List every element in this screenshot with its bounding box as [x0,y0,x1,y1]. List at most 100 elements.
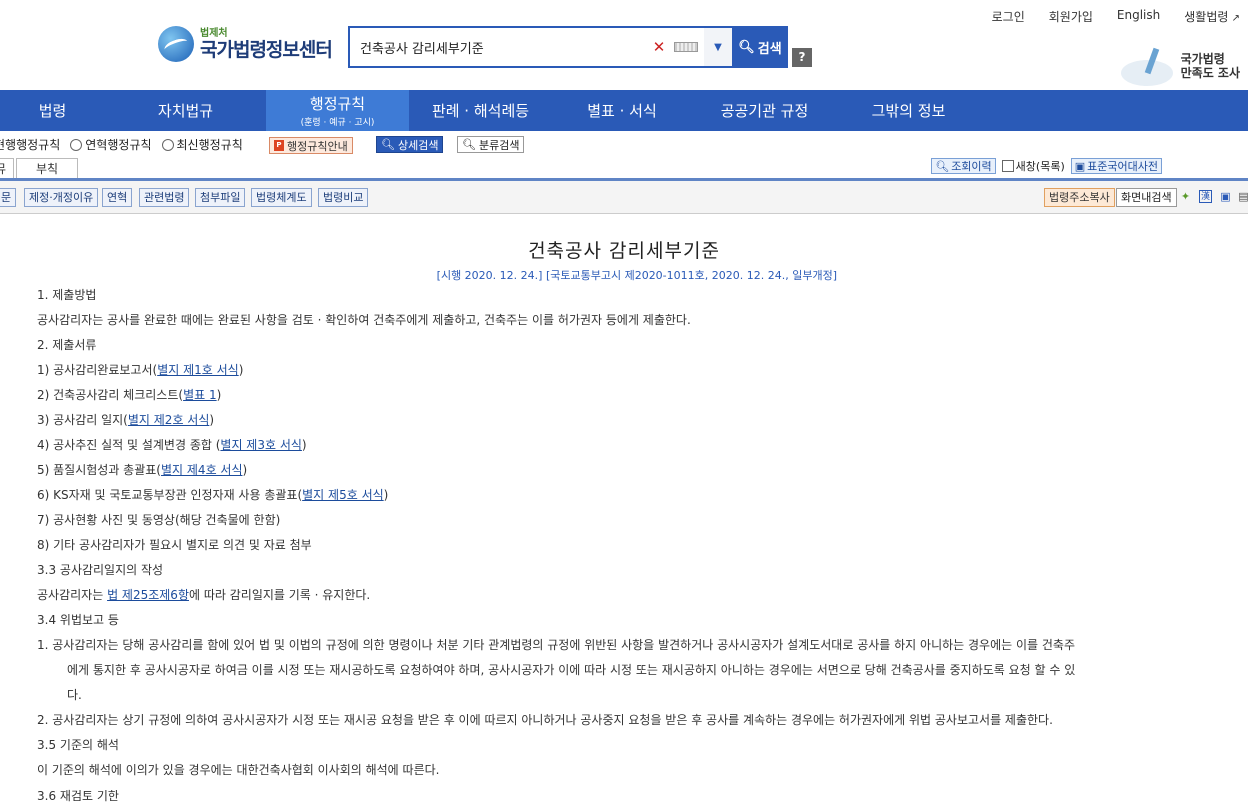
form-link[interactable]: 별지 제4호 서식 [161,463,243,477]
table-link[interactable]: 별표 1 [183,388,217,402]
search-icon: 🔍︎ [738,39,755,55]
document-enforcement-info: [시행 2020. 12. 24.] [국토교통부고시 제2020-1011호,… [436,269,837,282]
paragraph: 이 기준의 해석에 이의가 있을 경우에는 대한건축사협회 이사회의 해석에 따… [37,763,440,777]
toolbar-reason-button[interactable]: 제정·개정이유 [24,188,99,207]
document-title: 건축공사 감리세부기준 [528,240,720,262]
toolbar-text-button[interactable]: 문 [0,188,17,207]
law-article-link[interactable]: 법 제25조제6항 [107,588,189,602]
button-label: 행정규칙안내 [287,139,348,153]
dictionary-button[interactable]: ▣ 표준국어대사전 [1070,158,1162,174]
list-item: 2) 건축공사감리 체크리스트(별표 1) [37,387,221,403]
new-window-checkbox[interactable]: 새창(목록) [1001,158,1065,174]
main-nav: 법령 자치법규 행정규칙 (훈령 · 예규 · 고시) 판례 · 해석례등 별표 … [0,90,1248,131]
utility-links: 로그인 회원가입 English 생활법령 [992,8,1240,25]
checkbox-label: 새창(목록) [1015,160,1065,173]
radio-label: 최신행정규칙 [176,138,243,152]
law-toolbar: 문 제정·개정이유 연혁 관련법령 첨부파일 법령체계도 법령비교 법령주소복사… [0,178,1248,214]
text: ) [242,463,248,477]
nav-precedent[interactable]: 판례 · 해석례등 [409,90,552,131]
nav-local-law[interactable]: 자치법규 [105,90,266,131]
english-link[interactable]: English [1117,8,1160,25]
nav-label: 그밖의 정보 [871,102,946,120]
chevron-down-icon[interactable]: ▼ [704,28,732,66]
view-history-button[interactable]: 🔍︎ 조회이력 [931,158,996,174]
nav-label: 법령 [38,102,67,120]
search-bar: ✕ ▼ 🔍︎ 검색 [348,26,788,68]
nav-law[interactable]: 법령 [0,90,105,131]
list-item: 8) 기타 공사감리자가 필요시 별지로 의견 및 자료 첨부 [37,538,312,552]
button-label: 분류검색 [478,138,520,152]
logo-emblem-icon [158,26,194,62]
nav-admin-rule[interactable]: 행정규칙 (훈령 · 예규 · 고시) [266,90,409,131]
nav-label: 공공기관 규정 [720,102,809,120]
button-label: 표준국어대사전 [1087,160,1158,173]
hanja-icon[interactable]: 漢 [1199,190,1212,203]
nav-forms[interactable]: 별표 · 서식 [552,90,692,131]
nav-public-rules[interactable]: 공공기관 규정 [692,90,837,131]
help-button[interactable]: ? [792,48,812,67]
tab-partial[interactable]: 뮤 [0,158,14,178]
site-logo[interactable]: 법제처 국가법령정보센터 [158,26,333,62]
document-body: 건축공사 감리세부기준 [시행 2020. 12. 24.] [국토교통부고시 … [0,214,1248,812]
section-heading: 1. 제출방법 [37,288,97,302]
nav-label: 행정규칙 [309,95,366,113]
text: 공사감리자는 [37,588,108,602]
survey-icon [1119,44,1177,88]
toolbar-system-button[interactable]: 법령체계도 [251,188,312,207]
search-input[interactable] [350,28,650,66]
copy-address-button[interactable]: 법령주소복사 [1044,188,1115,207]
nav-label: 자치법규 [157,102,214,120]
satisfaction-survey[interactable]: 국가법령 만족도 조사 [1119,44,1240,88]
text: ) [383,488,389,502]
category-search-button[interactable]: 🔍︎ 분류검색 [457,136,525,153]
paragraph-continued: 다. [67,688,82,702]
list-item: 4) 공사추진 실적 및 설계변경 종합 (별지 제3호 서식) [37,437,307,453]
star-icon[interactable]: ✦ [1179,190,1192,203]
print-icon[interactable]: ▤ [1237,190,1248,203]
survey-line2: 만족도 조사 [1180,66,1240,80]
toolbar-attach-button[interactable]: 첨부파일 [195,188,246,207]
check-search-icon: 🔍︎ [381,138,395,151]
toolbar-compare-button[interactable]: 법령비교 [318,188,369,207]
button-label: 상세검색 [397,138,439,152]
list-item: 5) 품질시험성과 총괄표(별지 제4호 서식) [37,462,247,478]
radio-recent[interactable]: 최신행정규칙 [161,136,243,153]
nav-label: 판례 · 해석례등 [431,102,530,120]
clear-icon[interactable]: ✕ [650,38,668,56]
text: 1) 공사감리완료보고서( [37,363,158,377]
tab-addenda[interactable]: 부칙 [16,158,78,178]
text: 2) 건축공사감리 체크리스트( [37,388,184,402]
form-link[interactable]: 별지 제1호 서식 [157,363,239,377]
toolbar-history-button[interactable]: 연혁 [102,188,133,207]
radio-history[interactable]: 연혁행정규칙 [70,136,152,153]
list-item: 1) 공사감리완료보고서(별지 제1호 서식) [37,362,243,378]
search-button-label: 검색 [757,41,782,57]
find-in-page-button[interactable]: 화면내검색 [1116,188,1177,207]
section-heading: 3.6 재검토 기한 [37,789,119,803]
text: ) [301,438,307,452]
search-button[interactable]: 🔍︎ 검색 [732,26,788,68]
signup-link[interactable]: 회원가입 [1049,8,1093,25]
nav-other[interactable]: 그밖의 정보 [837,90,980,131]
list-item: 6) KS자재 및 국토교통부장관 인정자재 사용 총괄표(별지 제5호 서식) [37,487,388,503]
dictionary-icon: ▣ [1074,159,1086,173]
survey-line1: 국가법령 [1180,52,1225,66]
form-link[interactable]: 별지 제5호 서식 [302,488,384,502]
nav-label: 별표 · 서식 [587,102,657,120]
checkbox-box [1001,160,1014,172]
keyboard-icon[interactable] [674,42,698,52]
form-link[interactable]: 별지 제2호 서식 [128,413,210,427]
paragraph-continued: 에게 통지한 후 공사시공자로 하여금 이를 시정 또는 재시공하도록 요청하여… [67,663,1076,677]
login-link[interactable]: 로그인 [992,8,1025,25]
section-heading: 3.3 공사감리일지의 작성 [37,563,164,577]
radio-current[interactable]: 현행행정규칙 [0,136,60,153]
detail-search-button[interactable]: 🔍︎ 상세검색 [376,136,444,153]
toolbar-related-button[interactable]: 관련법령 [139,188,190,207]
save-icon[interactable]: ▣ [1219,190,1232,203]
nav-sublabel: (훈령 · 예규 · 고시) [300,118,375,128]
life-law-link[interactable]: 생활법령 [1184,8,1240,25]
admin-rule-guide-button[interactable]: P 행정규칙안내 [269,137,353,154]
form-link[interactable]: 별지 제3호 서식 [220,438,302,452]
list-item: 3) 공사감리 일지(별지 제2호 서식) [37,412,214,428]
text: 4) 공사추진 실적 및 설계변경 종합 ( [37,438,221,452]
